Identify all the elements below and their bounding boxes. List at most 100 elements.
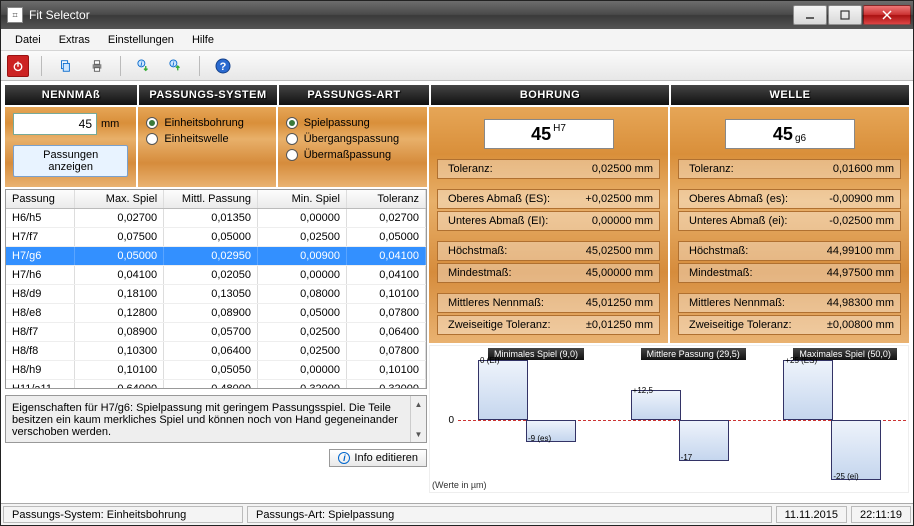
statusbar: Passungs-System: Einheitsbohrung Passung… (1, 503, 913, 525)
col-maxspiel[interactable]: Max. Spiel (75, 190, 164, 208)
scroll-up-icon[interactable]: ▲ (411, 396, 426, 412)
spec-row: Oberes Abmaß (ES):+0,02500 mm (437, 189, 660, 209)
titlebar: ⌗ Fit Selector (1, 1, 913, 29)
fits-table: Passung Max. Spiel Mittl. Passung Min. S… (5, 189, 427, 389)
col-mittl[interactable]: Mittl. Passung (164, 190, 258, 208)
diagram-column: Maximales Spiel (50,0)+25 (ES)-25 (ei) (763, 350, 906, 490)
table-header: Passung Max. Spiel Mittl. Passung Min. S… (6, 190, 426, 209)
svg-text:i: i (173, 61, 175, 68)
col-minspiel[interactable]: Min. Spiel (258, 190, 347, 208)
menu-help[interactable]: Hilfe (184, 32, 222, 48)
radio-spielpassung[interactable]: Spielpassung (286, 117, 419, 129)
spec-row: Mindestmaß:44,97500 mm (678, 263, 901, 283)
spec-row: Toleranz:0,02500 mm (437, 159, 660, 179)
toolbar: i i ? (1, 51, 913, 81)
col-toleranz[interactable]: Toleranz (347, 190, 426, 208)
maximize-button[interactable] (828, 5, 862, 25)
status-time: 22:11:19 (851, 506, 911, 523)
header-art: PASSUNGS-ART (279, 85, 429, 105)
menubar: Datei Extras Einstellungen Hilfe (1, 29, 913, 51)
table-body[interactable]: H6/h50,027000,013500,000000,02700H7/f70,… (6, 209, 426, 388)
spec-row: Höchstmaß:44,99100 mm (678, 241, 901, 261)
app-icon: ⌗ (7, 7, 23, 23)
table-row[interactable]: H7/f70,075000,050000,025000,05000 (6, 228, 426, 247)
menu-file[interactable]: Datei (7, 32, 49, 48)
diagram-col-title: Minimales Spiel (9,0) (488, 348, 584, 360)
spec-row: Mindestmaß:45,00000 mm (437, 263, 660, 283)
spec-row: Zweiseitige Toleranz:±0,00800 mm (678, 315, 901, 335)
panel-welle: 45 g6 Toleranz:0,01600 mm Oberes Abmaß (e… (670, 107, 909, 343)
tolerance-diagram: 0 Minimales Spiel (9,0)0 (EI)-9 (es)Mitt… (429, 345, 909, 493)
scroll-down-icon[interactable]: ▼ (411, 426, 426, 442)
radio-dot-icon (286, 149, 298, 161)
table-row[interactable]: H6/h50,027000,013500,000000,02700 (6, 209, 426, 228)
app-window: ⌗ Fit Selector Datei Extras Einstellunge… (0, 0, 914, 526)
close-button[interactable] (863, 5, 911, 25)
welle-spec: 45 g6 (725, 119, 855, 149)
header-welle: WELLE (671, 85, 909, 105)
radio-dot-icon (146, 133, 158, 145)
radio-dot-icon (146, 117, 158, 129)
svg-text:?: ? (220, 61, 227, 73)
radio-dot-icon (286, 117, 298, 129)
spec-row: Mittleres Nennmaß:44,98300 mm (678, 293, 901, 313)
nennmass-input[interactable] (13, 113, 97, 135)
panel-nennmass: mm Passungen anzeigen (5, 107, 136, 187)
spec-row: Toleranz:0,01600 mm (678, 159, 901, 179)
nennmass-unit: mm (101, 118, 119, 130)
info-up-icon[interactable]: i (165, 55, 187, 77)
table-row[interactable]: H8/e80,128000,089000,050000,07800 (6, 304, 426, 323)
description-text: Eigenschaften für H7/g6: Spielpassung mi… (12, 402, 398, 438)
power-icon[interactable] (7, 55, 29, 77)
content: NENNMAß PASSUNGS-SYSTEM PASSUNGS-ART BOH… (1, 81, 913, 503)
svg-text:i: i (141, 61, 143, 68)
table-row[interactable]: H7/h60,041000,020500,000000,04100 (6, 266, 426, 285)
diagram-col-title: Mittlere Passung (29,5) (641, 348, 746, 360)
panel-art: Spielpassung Übergangspassung Übermaßpas… (278, 107, 427, 187)
radio-uebermasspassung[interactable]: Übermaßpassung (286, 149, 419, 161)
header-nennmass: NENNMAß (5, 85, 137, 105)
radio-dot-icon (286, 133, 298, 145)
status-system: Passungs-System: Einheitsbohrung (3, 506, 243, 523)
description-scrollbar[interactable]: ▲ ▼ (410, 396, 426, 442)
table-row[interactable]: H8/f80,103000,064000,025000,07800 (6, 342, 426, 361)
table-row[interactable]: H8/h90,101000,050500,000000,10100 (6, 361, 426, 380)
spec-row: Unteres Abmaß (ei):-0,02500 mm (678, 211, 901, 231)
menu-settings[interactable]: Einstellungen (100, 32, 182, 48)
table-row[interactable]: H11/a110,640000,480000,320000,32000 (6, 380, 426, 388)
spec-row: Höchstmaß:45,02500 mm (437, 241, 660, 261)
table-row[interactable]: H8/d90,181000,130500,080000,10100 (6, 285, 426, 304)
diagram-column: Mittlere Passung (29,5)+12,5-17 (611, 350, 754, 490)
header-system: PASSUNGS-SYSTEM (139, 85, 277, 105)
status-date: 11.11.2015 (776, 506, 847, 523)
spec-row: Zweiseitige Toleranz:±0,01250 mm (437, 315, 660, 335)
radio-einheitsbohrung[interactable]: Einheitsbohrung (146, 117, 267, 129)
diagram-units: (Werte in µm) (432, 480, 487, 490)
info-icon: i (338, 452, 350, 464)
copy-icon[interactable] (54, 55, 76, 77)
menu-extras[interactable]: Extras (51, 32, 98, 48)
spec-row: Oberes Abmaß (es):-0,00900 mm (678, 189, 901, 209)
description-box: Eigenschaften für H7/g6: Spielpassung mi… (5, 395, 427, 443)
table-row[interactable]: H8/f70,089000,057000,025000,06400 (6, 323, 426, 342)
info-down-icon[interactable]: i (133, 55, 155, 77)
table-row[interactable]: H7/g60,050000,029500,009000,04100 (6, 247, 426, 266)
panel-system: Einheitsbohrung Einheitswelle (138, 107, 275, 187)
radio-einheitswelle[interactable]: Einheitswelle (146, 133, 267, 145)
spec-row: Mittleres Nennmaß:45,01250 mm (437, 293, 660, 313)
diagram-column: Minimales Spiel (9,0)0 (EI)-9 (es) (458, 350, 601, 490)
status-art: Passungs-Art: Spielpassung (247, 506, 772, 523)
minimize-button[interactable] (793, 5, 827, 25)
help-icon[interactable]: ? (212, 55, 234, 77)
diagram-ylabel: 0 (434, 350, 458, 490)
header-bohrung: BOHRUNG (431, 85, 669, 105)
panel-bohrung: 45 H7 Toleranz:0,02500 mm Oberes Abmaß (E… (429, 107, 668, 343)
print-icon[interactable] (86, 55, 108, 77)
col-passung[interactable]: Passung (6, 190, 75, 208)
window-title: Fit Selector (29, 8, 792, 22)
spec-row: Unteres Abmaß (EI):0,00000 mm (437, 211, 660, 231)
info-edit-button[interactable]: i Info editieren (329, 449, 427, 467)
show-fits-button[interactable]: Passungen anzeigen (13, 145, 128, 177)
bohrung-spec: 45 H7 (484, 119, 614, 149)
radio-uebergangspassung[interactable]: Übergangspassung (286, 133, 419, 145)
